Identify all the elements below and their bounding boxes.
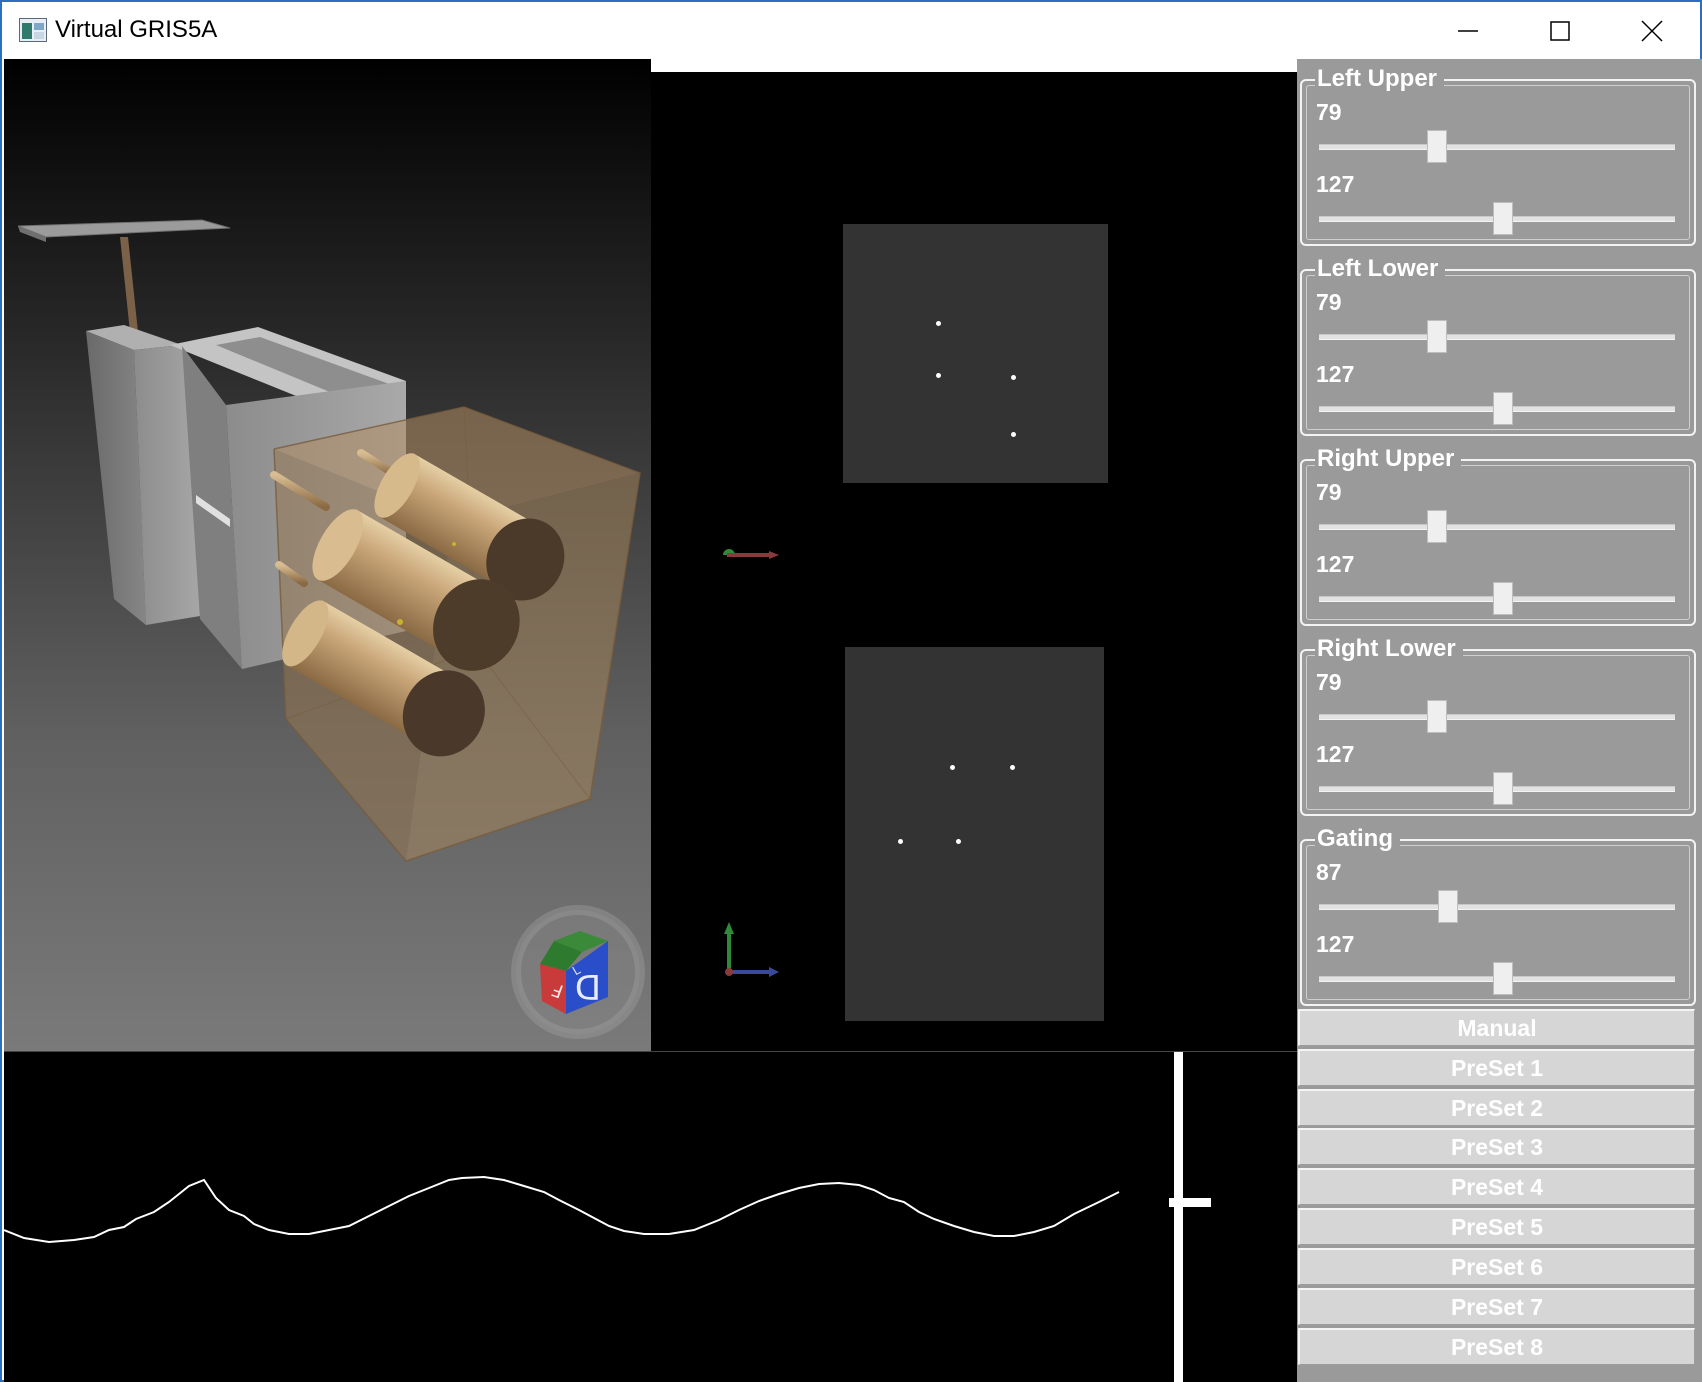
- slider-thumb[interactable]: [1493, 772, 1513, 805]
- cube-face-d: D: [575, 966, 601, 1006]
- value-2: 127: [1316, 171, 1355, 197]
- value-1: 79: [1316, 99, 1342, 125]
- preset-7-button[interactable]: PreSet 7: [1298, 1288, 1695, 1325]
- slider-thumb[interactable]: [1493, 392, 1513, 425]
- detector-point: [1011, 375, 1016, 380]
- minimize-button[interactable]: [1422, 2, 1514, 59]
- axis-triad-upper: [723, 549, 779, 559]
- close-icon: [1641, 19, 1663, 42]
- slider-thumb[interactable]: [1427, 510, 1447, 543]
- preset-6-button[interactable]: PreSet 6: [1298, 1248, 1695, 1285]
- preset-2-button[interactable]: PreSet 2: [1298, 1089, 1695, 1126]
- waveform-view: [4, 1052, 1297, 1382]
- group-gating: Gating 87 127: [1300, 825, 1700, 1009]
- group-title: Left Upper: [1315, 65, 1444, 93]
- group-title: Right Upper: [1315, 445, 1462, 473]
- slider-thumb[interactable]: [1493, 582, 1513, 615]
- preset-8-button[interactable]: PreSet 8: [1298, 1328, 1695, 1365]
- group-right-upper: Right Upper 79 127: [1300, 445, 1700, 629]
- group-right-lower: Right Lower 79 127: [1300, 635, 1700, 819]
- slider-1[interactable]: [1319, 320, 1675, 353]
- slider-2[interactable]: [1319, 392, 1675, 425]
- waveform-cursor[interactable]: [1174, 1052, 1183, 1382]
- value-2: 127: [1316, 361, 1355, 387]
- window-title: Virtual GRIS5A: [55, 16, 218, 43]
- preset-1-button[interactable]: PreSet 1: [1298, 1049, 1695, 1086]
- scene-3d-model: L D F: [17, 219, 645, 1039]
- value-1: 79: [1316, 289, 1342, 315]
- detector-point: [950, 765, 955, 770]
- slider-1[interactable]: [1319, 890, 1675, 923]
- upper-detector-panel: [843, 224, 1108, 483]
- value-1: 87: [1316, 859, 1342, 885]
- axis-triad-lower: [724, 922, 779, 977]
- title-bar: Virtual GRIS5A: [2, 2, 1700, 59]
- group-left-lower: Left Lower 79 127: [1300, 255, 1700, 439]
- preset-4-button[interactable]: PreSet 4: [1298, 1168, 1695, 1205]
- value-2: 127: [1316, 931, 1355, 957]
- group-title: Gating: [1315, 825, 1400, 853]
- slider-thumb[interactable]: [1438, 890, 1458, 923]
- value-1: 79: [1316, 479, 1342, 505]
- group-title: Right Lower: [1315, 635, 1463, 663]
- preset-3-button[interactable]: PreSet 3: [1298, 1128, 1695, 1165]
- value-1: 79: [1316, 669, 1342, 695]
- app-icon: [19, 18, 47, 42]
- detector-point: [936, 373, 941, 378]
- group-left-upper: Left Upper 79 127: [1300, 65, 1700, 249]
- waveform-cursor-marker[interactable]: [1169, 1198, 1211, 1207]
- slider-1[interactable]: [1319, 130, 1675, 163]
- slider-thumb[interactable]: [1427, 130, 1447, 163]
- group-title: Left Lower: [1315, 255, 1446, 283]
- slider-thumb[interactable]: [1493, 202, 1513, 235]
- close-button[interactable]: [1606, 2, 1698, 59]
- minimize-icon: [1458, 29, 1478, 32]
- respiratory-waveform: [4, 1052, 1211, 1382]
- slider-1[interactable]: [1319, 700, 1675, 733]
- lower-detector-panel: [845, 647, 1104, 1021]
- orientation-cube[interactable]: L D F: [511, 905, 645, 1039]
- slider-thumb[interactable]: [1493, 962, 1513, 995]
- maximize-icon: [1550, 20, 1570, 41]
- manual-button[interactable]: Manual: [1298, 1009, 1695, 1046]
- slider-thumb[interactable]: [1427, 320, 1447, 353]
- detector-point: [898, 839, 903, 844]
- slider-thumb[interactable]: [1427, 700, 1447, 733]
- detector-point: [936, 321, 941, 326]
- value-2: 127: [1316, 551, 1355, 577]
- 3d-viewport[interactable]: L D F: [4, 59, 651, 1052]
- value-2: 127: [1316, 741, 1355, 767]
- detector-point: [1011, 432, 1016, 437]
- slider-2[interactable]: [1319, 962, 1675, 995]
- preset-5-button[interactable]: PreSet 5: [1298, 1208, 1695, 1245]
- app-window: Virtual GRIS5A L D F Left Upper 79 127 L…: [0, 0, 1702, 1382]
- slider-2[interactable]: [1319, 582, 1675, 615]
- maximize-button[interactable]: [1514, 2, 1606, 59]
- slider-2[interactable]: [1319, 772, 1675, 805]
- slider-1[interactable]: [1319, 510, 1675, 543]
- detector-view-top-strip: [651, 59, 1297, 72]
- detector-point: [956, 839, 961, 844]
- detector-view[interactable]: [651, 72, 1297, 1052]
- slider-2[interactable]: [1319, 202, 1675, 235]
- control-panel: Left Upper 79 127 Left Lower 79 127 Righ…: [1297, 59, 1702, 1382]
- detector-point: [1010, 765, 1015, 770]
